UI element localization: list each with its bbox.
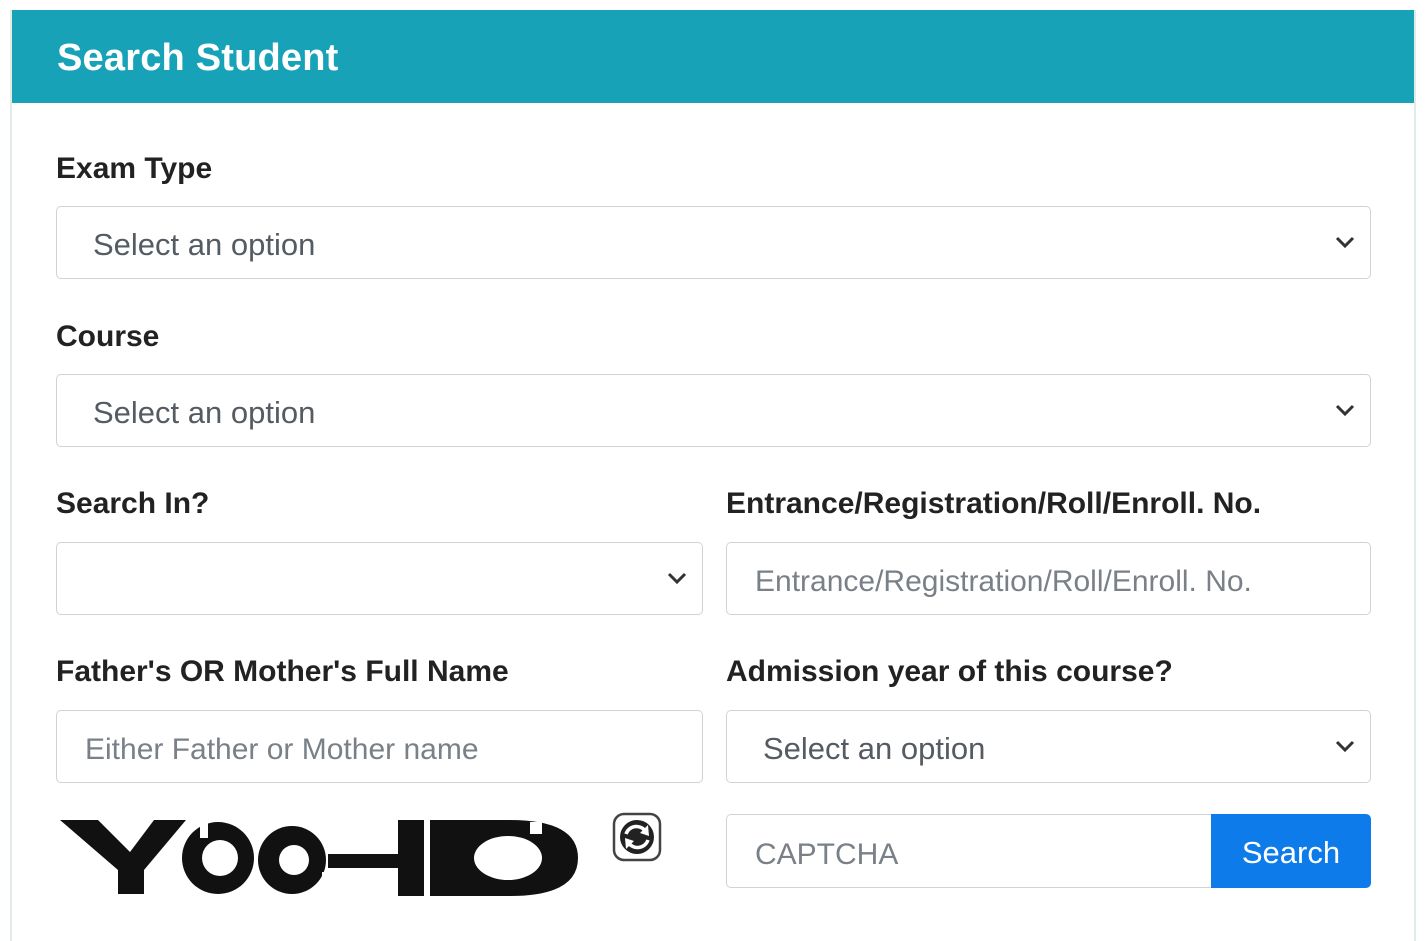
card-title: Search Student <box>57 37 339 79</box>
parent-name-placeholder: Either Father or Mother name <box>85 733 479 766</box>
admission-year-select[interactable]: Select an option <box>726 710 1371 783</box>
parent-name-input[interactable]: Either Father or Mother name <box>56 710 703 783</box>
exam-type-label: Exam Type <box>56 152 213 185</box>
captcha-input[interactable]: CAPTCHA <box>726 814 1216 888</box>
chevron-down-icon <box>667 572 687 585</box>
exam-type-value: Select an option <box>93 227 316 262</box>
reg-no-input[interactable]: Entrance/Registration/Roll/Enroll. No. <box>726 542 1371 615</box>
parent-name-label: Father's OR Mother's Full Name <box>56 655 509 688</box>
chevron-down-icon <box>1335 236 1355 249</box>
reg-no-placeholder: Entrance/Registration/Roll/Enroll. No. <box>755 565 1252 598</box>
reg-no-label: Entrance/Registration/Roll/Enroll. No. <box>726 487 1262 520</box>
course-value: Select an option <box>93 395 316 430</box>
admission-year-value: Select an option <box>763 731 986 766</box>
search-in-select[interactable] <box>56 542 703 615</box>
card-header: Search Student <box>12 10 1414 103</box>
course-label: Course <box>56 320 160 353</box>
search-student-card: Search Student <box>10 10 1416 941</box>
course-select[interactable]: Select an option <box>56 374 1371 447</box>
search-in-label: Search In? <box>56 487 210 520</box>
admission-year-label: Admission year of this course? <box>726 655 1173 688</box>
chevron-down-icon <box>1335 404 1355 417</box>
captcha-placeholder: CAPTCHA <box>755 838 899 871</box>
search-button[interactable]: Search <box>1211 814 1371 888</box>
chevron-down-icon <box>1335 740 1355 753</box>
refresh-icon[interactable] <box>612 812 662 862</box>
captcha-image <box>60 820 578 896</box>
exam-type-select[interactable]: Select an option <box>56 206 1371 279</box>
